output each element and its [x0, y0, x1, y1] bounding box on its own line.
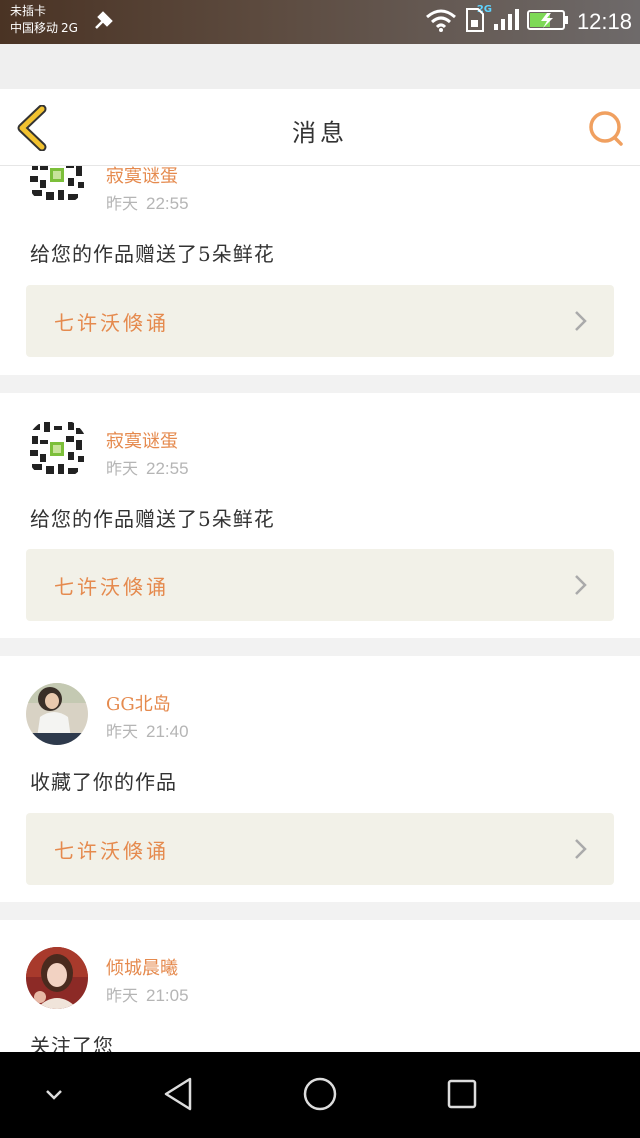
message-card: GG北岛 昨天 21:40 收藏了你的作品 七许沃倏诵 [0, 656, 640, 902]
timestamp: 昨天 22:55 [106, 459, 189, 478]
clock: 12:18 [576, 9, 632, 34]
message-list: 寂寞谜蛋 昨天 22:55 给您的作品赠送了5朵鲜花 七许沃倏诵 寂寞谜蛋 昨天… [0, 166, 640, 1052]
work-title: 七许沃倏诵 [54, 311, 169, 335]
timestamp: 昨天 21:40 [106, 722, 189, 741]
usb-icon [92, 8, 116, 36]
status-bar: 未插卡 中国移动 2G 2G 12:18 [0, 0, 640, 44]
signal-icon [493, 9, 519, 35]
search-icon [586, 111, 626, 153]
square-recents-icon [446, 1078, 478, 1114]
work-title: 七许沃倏诵 [54, 575, 169, 599]
carrier-name: 中国移动 [10, 21, 59, 35]
work-title: 七许沃倏诵 [54, 839, 169, 863]
avatar[interactable] [26, 947, 88, 1009]
recents-nav-button[interactable] [438, 1072, 486, 1120]
top-spacer [0, 44, 640, 89]
username[interactable]: 寂寞谜蛋 [106, 427, 178, 453]
chevron-down-icon [44, 1087, 64, 1106]
battery-icon [526, 9, 569, 35]
timestamp: 昨天 21:05 [106, 986, 189, 1005]
work-link[interactable]: 七许沃倏诵 [26, 813, 614, 885]
message-text: 给您的作品赠送了5朵鲜花 [30, 507, 275, 531]
home-nav-button[interactable] [296, 1072, 344, 1120]
username[interactable]: 倾城晨曦 [106, 954, 178, 980]
work-link[interactable]: 七许沃倏诵 [26, 285, 614, 357]
avatar[interactable] [26, 683, 88, 745]
message-text: 给您的作品赠送了5朵鲜花 [30, 242, 275, 266]
search-button[interactable] [586, 109, 626, 149]
chevron-right-icon [574, 310, 588, 336]
wifi-icon [425, 8, 457, 36]
message-text: 关注了您 [30, 1034, 114, 1052]
page-title: 消息 [292, 119, 348, 147]
app-header: 消息 [0, 89, 640, 166]
sim-status: 未插卡 [10, 4, 47, 18]
avatar[interactable] [26, 418, 88, 480]
hide-keyboard-button[interactable] [30, 1072, 78, 1120]
back-nav-button[interactable] [154, 1072, 202, 1120]
triangle-back-icon [162, 1076, 194, 1116]
timestamp: 昨天 22:55 [106, 194, 189, 213]
system-nav-bar [0, 1052, 640, 1138]
message-card: 寂寞谜蛋 昨天 22:55 给您的作品赠送了5朵鲜花 七许沃倏诵 [0, 166, 640, 375]
username[interactable]: GG北岛 [106, 690, 171, 716]
sim-icon [465, 7, 485, 37]
username[interactable]: 寂寞谜蛋 [106, 166, 178, 188]
chevron-right-icon [574, 574, 588, 600]
work-link[interactable]: 七许沃倏诵 [26, 549, 614, 621]
circle-home-icon [302, 1076, 338, 1116]
message-text: 收藏了你的作品 [30, 770, 177, 794]
network-type: 2G [61, 21, 78, 35]
avatar[interactable] [26, 166, 88, 206]
message-card: 倾城晨曦 昨天 21:05 关注了您 [0, 920, 640, 1052]
chevron-right-icon [574, 838, 588, 864]
carrier-info: 未插卡 中国移动 2G [10, 3, 78, 37]
message-card: 寂寞谜蛋 昨天 22:55 给您的作品赠送了5朵鲜花 七许沃倏诵 [0, 393, 640, 638]
